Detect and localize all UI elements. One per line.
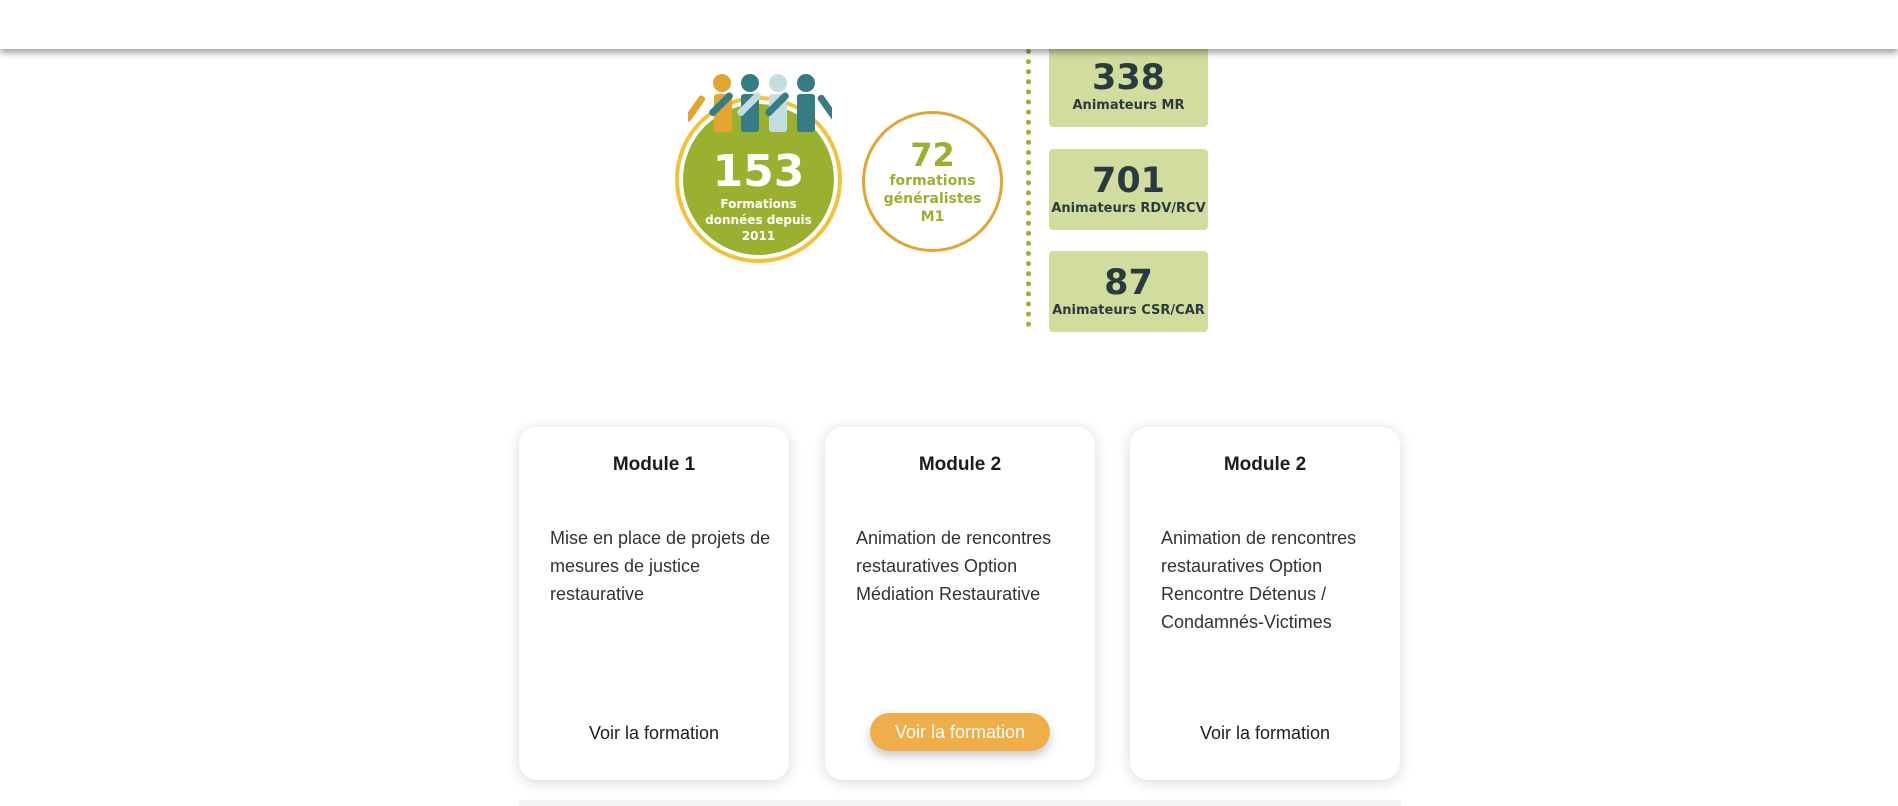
stat-box-rdv-rcv: 701 Animateurs RDV/RCV xyxy=(1049,149,1208,230)
view-training-button[interactable]: Voir la formation xyxy=(870,713,1050,751)
stat-label: Animateurs RDV/RCV xyxy=(1051,200,1206,216)
module-title: Module 2 xyxy=(1223,454,1307,475)
next-row-edge xyxy=(519,800,1401,806)
view-training-link[interactable]: Voir la formation xyxy=(1130,723,1400,744)
generalist-trainings-caption: formations généralistes M1 xyxy=(883,172,982,225)
top-header-bar xyxy=(0,0,1898,49)
generalist-trainings-number: 72 xyxy=(910,135,955,174)
stat-number: 87 xyxy=(1104,262,1153,303)
module-title: Module 2 xyxy=(918,454,1002,475)
view-training-link[interactable]: Voir la formation xyxy=(519,723,789,744)
module-description: Animation de rencontres restauratives Op… xyxy=(856,528,1052,604)
total-trainings-number: 153 xyxy=(712,146,805,197)
module-card-2: Module 2 Animation de rencontres restaur… xyxy=(825,427,1095,780)
module-card-3: Module 2 Animation de rencontres restaur… xyxy=(1130,427,1400,780)
module-title: Module 1 xyxy=(612,454,696,475)
stat-number: 701 xyxy=(1091,160,1166,201)
stat-box-csr-car: 87 Animateurs CSR/CAR xyxy=(1049,251,1208,332)
people-group-icon xyxy=(688,74,832,132)
stat-box-mr: 338 Animateurs MR xyxy=(1049,46,1208,127)
stat-number: 338 xyxy=(1091,57,1166,98)
stat-label: Animateurs CSR/CAR xyxy=(1052,302,1205,318)
module-description: Animation de rencontres restauratives Op… xyxy=(1161,528,1357,632)
dotted-divider xyxy=(1026,49,1031,327)
stat-label: Animateurs MR xyxy=(1072,97,1185,113)
generalist-trainings-circle: 72 formations généralistes M1 xyxy=(862,111,1003,252)
module-card-1: Module 1 Mise en place de projets de mes… xyxy=(519,427,789,780)
module-description: Mise en place de projets de mesures de j… xyxy=(550,528,771,604)
total-trainings-caption: Formations données depuis 2011 xyxy=(705,197,812,243)
